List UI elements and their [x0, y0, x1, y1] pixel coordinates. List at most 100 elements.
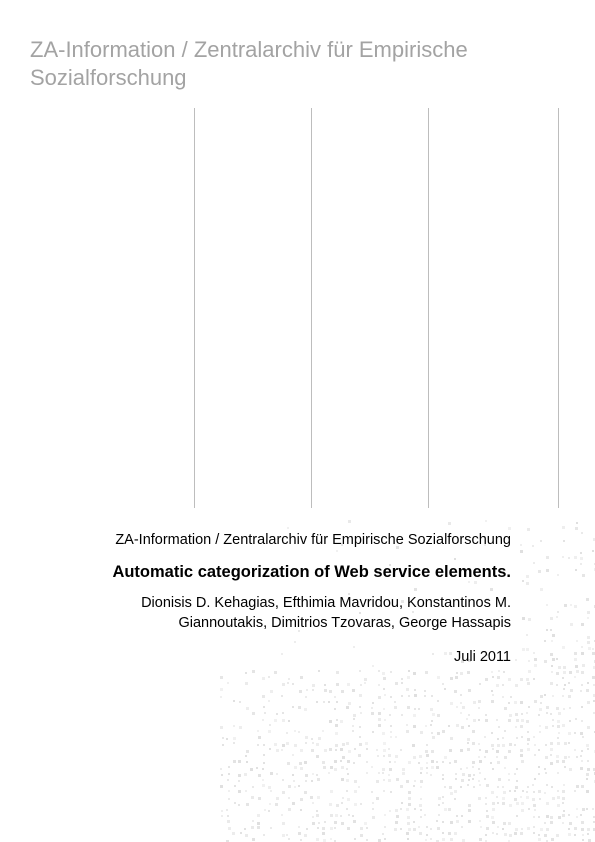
pattern-dot	[546, 569, 549, 572]
pattern-dot	[514, 701, 517, 704]
pattern-dot	[450, 792, 453, 795]
pattern-dot	[528, 808, 530, 810]
pattern-dot	[316, 701, 318, 703]
pattern-dot	[587, 682, 589, 684]
pattern-dot	[534, 664, 537, 667]
pattern-dot	[520, 544, 522, 546]
pattern-dot	[420, 786, 422, 788]
pattern-dot	[546, 556, 549, 559]
pattern-dot	[526, 575, 529, 578]
pattern-dot	[576, 640, 578, 642]
pattern-dot	[568, 756, 570, 758]
pattern-dot	[220, 696, 222, 698]
pattern-dot	[347, 683, 350, 686]
pattern-dot	[562, 822, 564, 824]
pattern-dot	[300, 839, 302, 841]
pattern-dot	[587, 828, 590, 831]
pattern-dot	[521, 809, 524, 812]
pattern-dot	[300, 749, 303, 752]
pattern-dot	[288, 838, 290, 840]
pattern-dot	[347, 773, 349, 775]
pattern-dot	[316, 838, 319, 841]
pattern-dot	[334, 821, 337, 824]
pattern-dot	[568, 557, 570, 559]
pattern-dot	[450, 821, 453, 824]
pattern-dot	[430, 724, 432, 726]
pattern-dot	[401, 695, 403, 697]
pattern-dot	[258, 797, 261, 800]
pattern-dot	[400, 808, 402, 810]
pattern-dot	[294, 641, 296, 643]
pattern-dot	[352, 725, 354, 727]
pattern-dot	[330, 766, 333, 769]
pattern-dot	[581, 785, 584, 788]
pattern-dot	[378, 718, 381, 721]
pattern-dot	[479, 683, 481, 685]
pattern-dot	[492, 676, 494, 678]
pattern-dot	[348, 702, 351, 705]
pattern-dot	[288, 720, 290, 722]
pattern-dot	[372, 731, 374, 733]
pattern-dot	[322, 730, 324, 732]
pattern-dot	[570, 604, 572, 606]
pattern-dot	[528, 706, 530, 708]
pattern-dot	[264, 712, 266, 714]
pattern-dot	[592, 550, 594, 552]
pattern-dot	[520, 725, 523, 728]
pattern-dot	[246, 707, 249, 710]
pattern-dot	[383, 688, 385, 690]
pattern-dot	[383, 779, 385, 781]
pattern-dot	[508, 702, 510, 704]
pattern-dot	[521, 736, 523, 738]
pattern-dot	[408, 791, 411, 794]
pattern-dot	[364, 822, 367, 825]
pattern-dot	[334, 827, 336, 829]
pattern-dot	[587, 760, 589, 762]
pattern-dot	[269, 748, 271, 750]
pattern-dot	[479, 784, 481, 786]
pattern-dot	[502, 828, 504, 830]
pattern-dot	[287, 527, 289, 529]
pattern-dot	[378, 712, 381, 715]
pattern-dot	[442, 778, 444, 780]
pattern-dot	[412, 744, 415, 747]
pattern-dot	[516, 737, 518, 739]
pattern-dot	[414, 689, 416, 691]
pattern-dot	[562, 646, 565, 649]
publisher-name: ZA-Information / Zentralarchiv für Empir…	[115, 532, 511, 548]
pattern-dot	[318, 670, 320, 672]
pattern-dot	[442, 796, 444, 798]
pattern-dot	[575, 569, 577, 571]
pattern-dot	[264, 809, 266, 811]
pattern-dot	[562, 526, 565, 529]
pattern-dot	[300, 767, 303, 770]
pattern-dot	[526, 648, 529, 651]
pattern-dot	[227, 820, 230, 823]
pattern-dot	[388, 779, 391, 782]
pattern-dot	[400, 749, 402, 751]
pattern-dot	[442, 683, 444, 685]
pattern-dot	[574, 834, 576, 836]
pattern-dot	[468, 689, 471, 692]
pattern-dot	[419, 832, 422, 835]
pattern-dot	[450, 737, 453, 740]
pattern-dot	[491, 671, 493, 673]
pattern-dot	[305, 742, 307, 744]
pattern-dot	[454, 690, 457, 693]
pattern-dot	[472, 742, 475, 745]
pattern-dot	[276, 749, 279, 752]
pattern-dot	[406, 730, 409, 733]
pattern-dot	[551, 838, 554, 841]
pattern-dot	[479, 749, 481, 751]
pattern-dot	[330, 838, 332, 840]
pattern-dot	[533, 832, 535, 834]
pattern-dot	[478, 719, 480, 721]
pattern-dot	[497, 802, 499, 804]
pattern-dot	[450, 702, 453, 705]
pattern-dot	[406, 688, 409, 691]
pattern-dot	[478, 797, 481, 800]
pattern-dot	[526, 582, 529, 585]
pattern-dot	[527, 827, 530, 830]
pattern-dot	[515, 828, 518, 831]
pattern-dot	[292, 802, 295, 805]
